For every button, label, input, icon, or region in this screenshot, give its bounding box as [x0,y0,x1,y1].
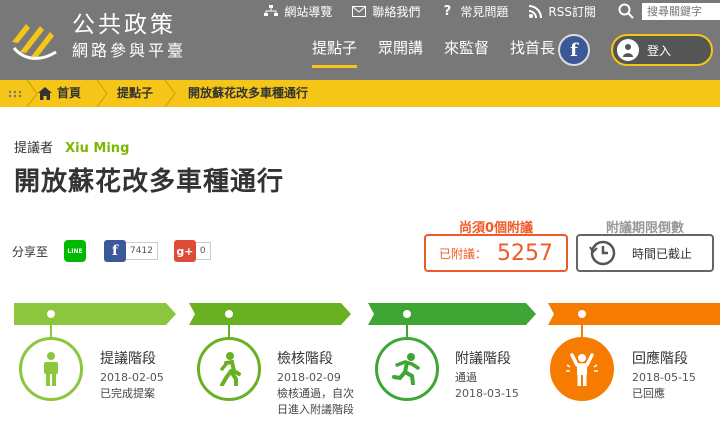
stage-review-note: 檢核通過，自次日進入附議階段 [277,387,354,416]
facebook-share-count: 7412 [126,242,158,260]
faq-label: 常見問題 [460,4,509,19]
stage-endorse-note: 通過 [455,371,477,384]
stage-propose-note: 已完成提案 [100,387,155,400]
site-brand[interactable]: 公共政策 網路參與平臺 [72,12,186,62]
stage-review-text: 檢核階段 2018-02-09 檢核通過，自次日進入附議階段 [277,351,363,418]
proposer-name[interactable]: Xiu Ming [65,141,129,156]
signature-count-box: 已附議： 5257 [424,234,568,272]
nav-ideas[interactable]: 提點子 [312,38,358,68]
breadcrumb-home-label: 首頁 [57,86,82,100]
proposer-label: 提議者 [14,141,54,156]
page-title: 開放蘇花改多車種通行 [14,167,285,197]
stage-connector [406,325,408,337]
stage-endorse-circle [375,337,439,401]
sitemap-label: 網站導覽 [284,4,333,19]
share-label: 分享至 [12,244,49,259]
stage-connector [228,325,230,337]
proposer: 提議者 Xiu Ming [14,137,129,156]
site-name: 公共政策 [72,12,176,38]
signature-count: 5257 [497,240,553,266]
stage-review-date: 2018-02-09 [277,371,341,384]
faq-link[interactable]: ? 常見問題 [440,3,509,20]
stage-respond-name: 回應階段 [632,351,688,367]
mail-icon [352,4,367,18]
nav-officials[interactable]: 找首長 [510,38,555,68]
breadcrumb-home[interactable]: 首頁 [38,80,81,107]
stage-band-review [189,303,351,325]
person-cheering-icon [566,353,598,386]
stage-respond-circle [550,337,614,401]
stage-review-circle [197,337,261,401]
rss-link[interactable]: RSS訂閱 [528,3,596,20]
breadcrumb-ideas[interactable]: 提點子 [117,80,153,107]
breadcrumb-separator [164,80,176,107]
main-nav: 提點子 眾開講 來監督 找首長 [312,38,576,68]
nav-discussions[interactable]: 眾開講 [378,38,423,68]
share-bar: 分享至 LINE f 7412 g+ 0 [12,240,227,262]
stage-endorse-date: 2018-03-15 [455,387,519,400]
site-subname: 網路參與平臺 [72,41,187,60]
rss-label: RSS訂閱 [548,4,596,19]
menu-icon[interactable] [8,90,22,98]
stage-band-endorse [368,303,536,325]
deadline-box: 時間已截止 [576,234,714,272]
stage-connector [50,325,52,337]
stage-propose-date: 2018-02-05 [100,371,164,384]
sitemap-icon [264,4,279,18]
nav-supervise[interactable]: 來監督 [444,38,489,68]
search-input[interactable] [642,2,720,20]
login-label: 登入 [647,43,672,58]
login-button[interactable]: 登入 [611,34,713,66]
breadcrumb-separator [96,80,108,107]
stage-review-name: 檢核階段 [277,351,333,367]
google-plus-share-count: 0 [195,242,211,260]
stage-propose-name: 提議階段 [100,351,156,367]
contact-link[interactable]: 聯絡我們 [352,3,420,20]
question-icon: ? [443,3,452,19]
contact-label: 聯絡我們 [372,4,421,19]
sitemap-link[interactable]: 網站導覽 [264,3,332,20]
rss-icon [528,4,542,18]
breadcrumb: 首頁 提點子 開放蘇花改多車種通行 [0,80,720,107]
search-icon[interactable] [616,1,636,21]
stage-respond-text: 回應階段 2018-05-15 已回應 [632,351,696,402]
site-logo-icon[interactable] [10,12,60,64]
facebook-icon[interactable]: f [558,34,590,66]
stage-band-propose [14,303,176,325]
signature-count-label: 已附議： [438,246,487,261]
utility-bar: 網站導覽 聯絡我們 ? 常見問題 RSS訂閱 [264,1,720,21]
stage-endorse-name: 附議階段 [455,351,511,367]
person-walking-icon [220,352,241,386]
line-share-icon[interactable]: LINE [64,240,87,262]
home-icon [38,87,52,100]
person-standing-icon [44,352,58,386]
stage-respond-note: 已回應 [632,387,665,400]
google-plus-share-icon[interactable]: g+ [173,240,196,262]
site-header: 公共政策 網路參與平臺 網站導覽 聯絡我們 ? 常見問題 RSS訂閱 搜尋關鍵字… [0,0,720,80]
breadcrumb-current: 開放蘇花改多車種通行 [188,86,309,100]
breadcrumb-separator [26,80,38,107]
stage-connector [581,325,583,337]
person-running-icon [392,353,420,385]
stage-endorse-text: 附議階段 通過 2018-03-15 [455,351,519,402]
stage-respond-date: 2018-05-15 [632,371,696,384]
stage-band-respond [548,303,720,325]
stage-propose-circle [19,337,83,401]
deadline-status: 時間已截止 [632,246,693,261]
facebook-share-icon[interactable]: f [104,240,127,262]
user-icon [617,39,639,61]
timer-icon [589,240,616,266]
stage-propose-text: 提議階段 2018-02-05 已完成提案 [100,351,164,402]
